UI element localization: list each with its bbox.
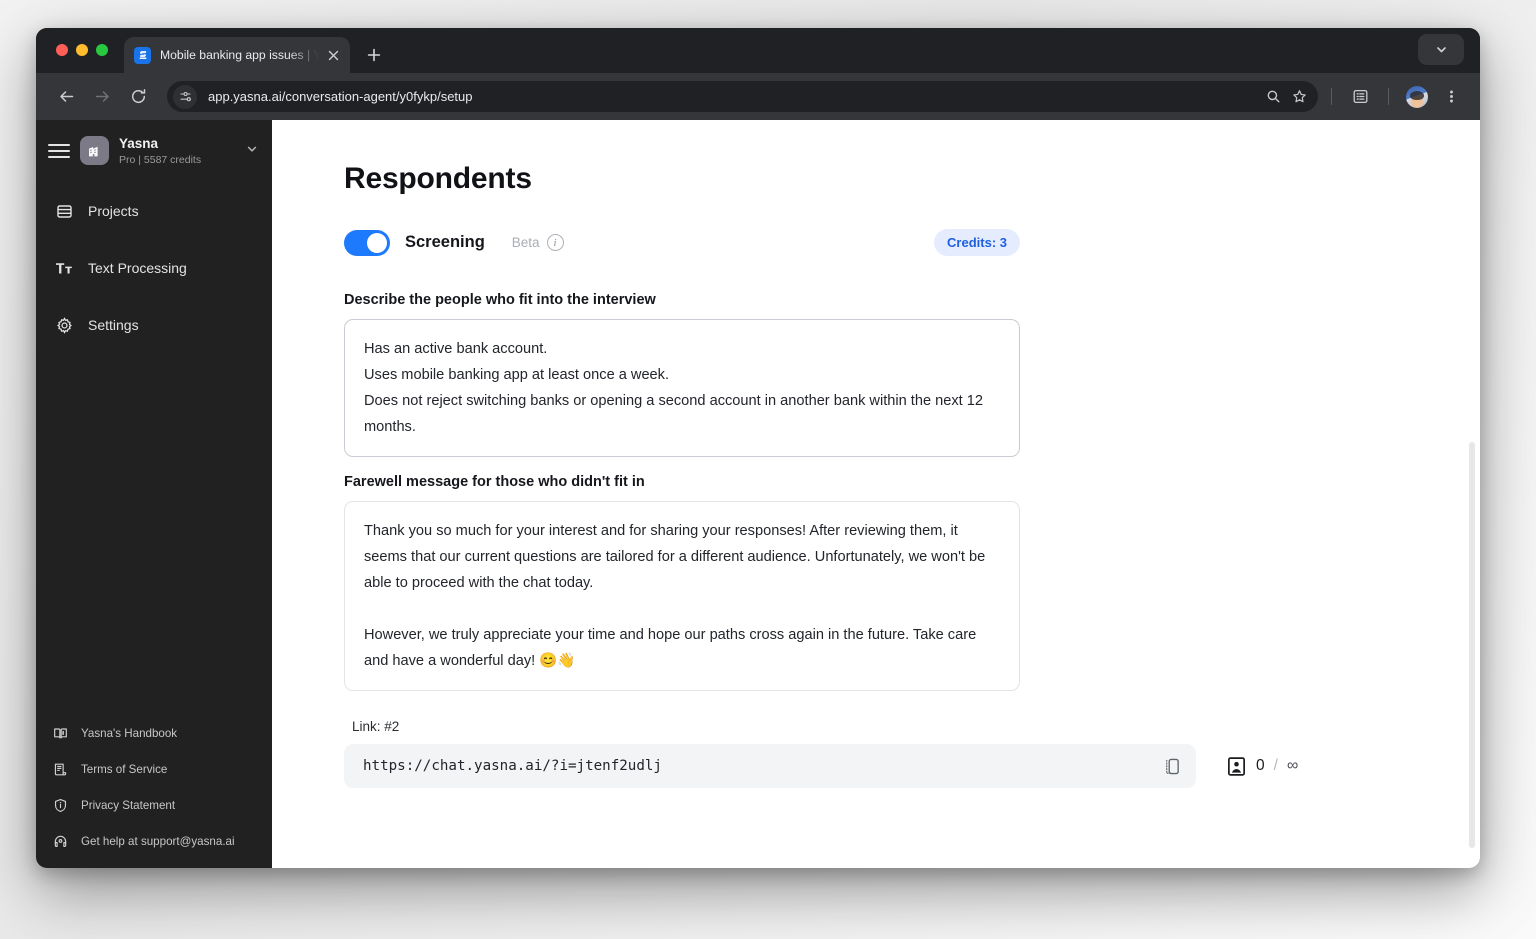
browser-window: Mobile banking app issues | Y app.yasna.… <box>36 28 1480 868</box>
shield-info-icon <box>52 797 69 814</box>
hamburger-icon[interactable] <box>48 140 70 162</box>
building-icon <box>80 136 109 166</box>
book-icon <box>52 725 69 742</box>
workspace-switcher[interactable]: Yasna Pro | 5587 credits <box>36 128 272 174</box>
toolbar-divider <box>1388 88 1389 105</box>
copy-icon[interactable] <box>1156 751 1186 781</box>
gear-icon <box>54 315 74 335</box>
sidebar-item-label: Projects <box>88 203 139 220</box>
link-row: https://chat.yasna.ai/?i=jtenf2udlj 0 / … <box>344 744 1480 788</box>
sidebar-item-text-processing[interactable]: Text Processing <box>36 249 272 288</box>
yasna-logo-icon <box>134 46 151 64</box>
contact-card-icon <box>1226 756 1247 777</box>
browser-tab[interactable]: Mobile banking app issues | Y <box>124 37 350 73</box>
sidebar-item-label: Yasna's Handbook <box>81 726 178 740</box>
link-url: https://chat.yasna.ai/?i=jtenf2udlj <box>363 758 662 774</box>
address-bar[interactable]: app.yasna.ai/conversation-agent/y0fykp/s… <box>167 81 1318 112</box>
address-bar-url: app.yasna.ai/conversation-agent/y0fykp/s… <box>208 89 473 104</box>
chevron-down-icon[interactable] <box>246 142 262 160</box>
page-title: Respondents <box>344 162 532 195</box>
sidebar-item-label: Text Processing <box>88 260 187 277</box>
describe-field-label: Describe the people who fit into the int… <box>344 292 656 308</box>
close-icon[interactable] <box>324 46 342 64</box>
sidebar-item-label: Privacy Statement <box>81 798 176 812</box>
arrow-left-icon[interactable] <box>50 81 82 113</box>
farewell-field-label: Farewell message for those who didn't fi… <box>344 474 645 490</box>
sidebar-item-handbook[interactable]: Yasna's Handbook <box>36 720 272 746</box>
new-tab-button[interactable] <box>360 41 388 69</box>
reload-icon[interactable] <box>122 81 154 113</box>
projects-icon <box>54 201 74 221</box>
main-content: Respondents Screening Beta i Credits: 3 … <box>272 120 1480 868</box>
screening-row: Screening Beta i Credits: 3 <box>344 229 1020 256</box>
credits-badge: Credits: 3 <box>934 229 1020 256</box>
app-sidebar: Yasna Pro | 5587 credits Projects Text P… <box>36 120 272 868</box>
link-label: Link: #2 <box>352 719 400 734</box>
window-maximize-button[interactable] <box>96 44 108 56</box>
workspace-name: Yasna <box>119 136 159 151</box>
toolbar-divider <box>1331 88 1332 105</box>
window-minimize-button[interactable] <box>76 44 88 56</box>
sidebar-item-label: Terms of Service <box>81 762 168 776</box>
sidebar-item-settings[interactable]: Settings <box>36 306 272 345</box>
sidebar-item-projects[interactable]: Projects <box>36 192 272 231</box>
describe-textarea[interactable]: Has an active bank account. Uses mobile … <box>344 319 1020 457</box>
window-traffic-lights[interactable] <box>56 44 108 56</box>
farewell-textarea[interactable]: Thank you so much for your interest and … <box>344 501 1020 691</box>
beta-badge: Beta <box>511 235 540 250</box>
sidebar-item-terms[interactable]: Terms of Service <box>36 756 272 782</box>
arrow-right-icon <box>86 81 118 113</box>
link-field[interactable]: https://chat.yasna.ai/?i=jtenf2udlj <box>344 744 1196 788</box>
reading-list-icon[interactable] <box>1345 82 1375 112</box>
sidebar-item-privacy[interactable]: Privacy Statement <box>36 792 272 818</box>
respondent-count: 0 <box>1256 757 1265 774</box>
page-viewport: Yasna Pro | 5587 credits Projects Text P… <box>36 120 1480 868</box>
respondent-total: ∞ <box>1286 757 1299 774</box>
page-scrollbar[interactable] <box>1469 442 1475 848</box>
workspace-plan: Pro | 5587 credits <box>119 153 202 166</box>
search-icon[interactable] <box>1260 84 1286 110</box>
sidebar-footer: Yasna's Handbook Terms of Service Privac… <box>36 720 272 868</box>
star-icon[interactable] <box>1286 84 1312 110</box>
kebab-menu-icon[interactable] <box>1436 82 1466 112</box>
sidebar-item-label: Settings <box>88 317 139 334</box>
document-icon <box>52 761 69 778</box>
browser-tab-strip: Mobile banking app issues | Y <box>36 28 1480 73</box>
chevron-down-icon[interactable] <box>1418 34 1464 65</box>
avatar[interactable] <box>1402 82 1432 112</box>
tune-icon[interactable] <box>173 84 197 109</box>
screening-toggle[interactable] <box>344 229 390 256</box>
respondent-counter: 0 / ∞ <box>1226 756 1298 777</box>
screening-label: Screening <box>405 233 485 251</box>
text-processing-icon <box>54 258 74 278</box>
support-icon <box>52 833 69 850</box>
window-close-button[interactable] <box>56 44 68 56</box>
info-icon[interactable]: i <box>546 234 564 251</box>
browser-tab-title: Mobile banking app issues | Y <box>160 48 322 62</box>
respondent-separator: / <box>1273 757 1278 774</box>
sidebar-item-support[interactable]: Get help at support@yasna.ai <box>36 828 272 854</box>
browser-toolbar: app.yasna.ai/conversation-agent/y0fykp/s… <box>36 73 1480 120</box>
sidebar-item-label: Get help at support@yasna.ai <box>81 834 235 848</box>
sidebar-nav: Projects Text Processing Settings <box>36 192 272 345</box>
